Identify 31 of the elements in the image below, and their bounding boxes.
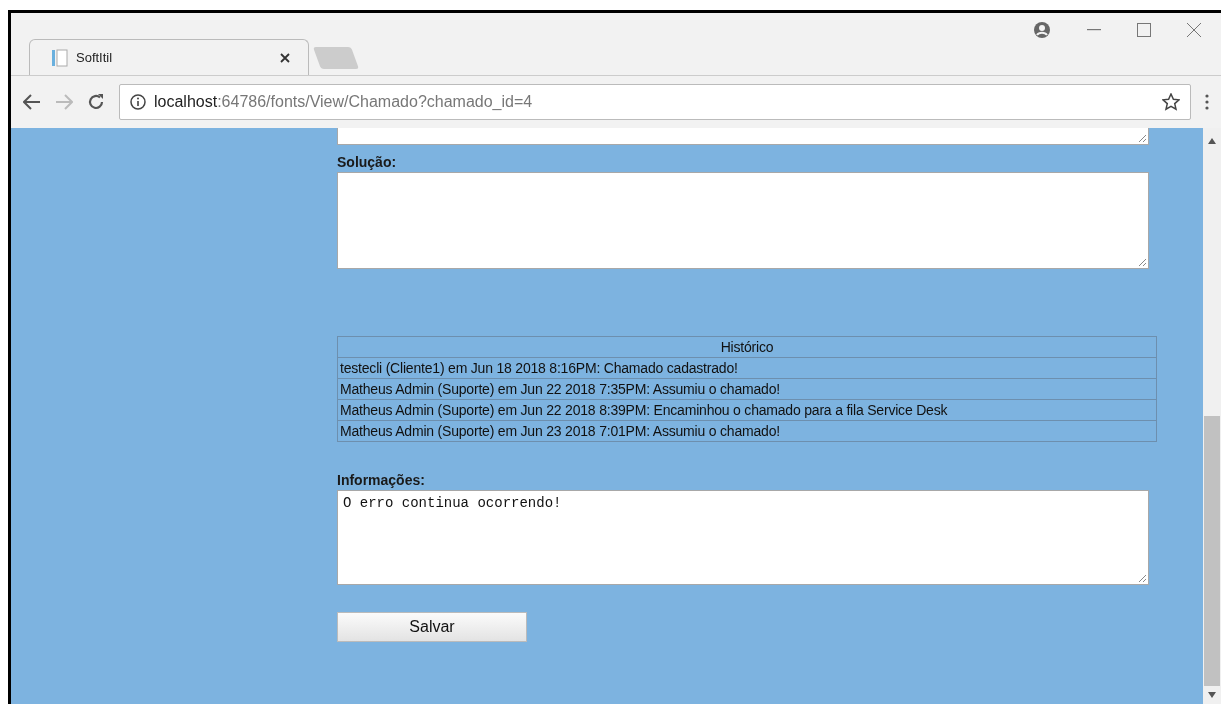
page-icon — [52, 48, 68, 67]
information-field[interactable]: O erro continua ocorrendo! — [337, 490, 1149, 585]
profile-icon[interactable] — [1033, 21, 1051, 39]
table-header: Histórico — [337, 336, 1157, 358]
table-cell: Matheus Admin (Suporte) em Jun 22 2018 8:39PM: Encaminhou o chamado para a fila Service Desk — [337, 399, 1157, 421]
resize-grip-icon[interactable] — [1138, 134, 1146, 142]
maximize-icon[interactable] — [1137, 23, 1151, 37]
table-cell: testecli (Cliente1) em Jun 18 2018 8:16PM: Chamado cadastrado! — [337, 357, 1157, 379]
text-area[interactable] — [337, 128, 1149, 145]
resize-grip-icon[interactable] — [1138, 258, 1146, 266]
reload-icon[interactable] — [87, 93, 105, 111]
scrollbar-thumb[interactable] — [1204, 416, 1220, 686]
star-icon[interactable] — [1162, 93, 1180, 111]
address-bar[interactable]: localhost:64786/fonts/View/Chamado?chamado_id=4 — [119, 84, 1191, 120]
scroll-down-icon[interactable] — [1208, 692, 1216, 698]
scroll-up-icon[interactable] — [1208, 138, 1216, 144]
close-icon[interactable] — [1187, 23, 1201, 37]
menu-icon[interactable] — [1205, 94, 1209, 110]
field-label: Solução: — [337, 154, 398, 170]
solution-field[interactable] — [337, 172, 1149, 269]
field-label: Informações: — [337, 472, 426, 488]
resize-grip-icon[interactable] — [1138, 574, 1146, 582]
table-cell: Matheus Admin (Suporte) em Jun 22 2018 7:35PM: Assumiu o chamado! — [337, 378, 1157, 400]
table-cell: Matheus Admin (Suporte) em Jun 23 2018 7:01PM: Assumiu o chamado! — [337, 420, 1157, 442]
tab-title: SoftItil — [76, 50, 114, 65]
info-icon[interactable] — [130, 94, 146, 110]
save-button[interactable]: Salvar — [337, 612, 527, 642]
close-tab-icon[interactable] — [280, 52, 290, 63]
browser-tab[interactable]: SoftItil — [29, 39, 309, 75]
back-icon[interactable] — [23, 94, 41, 110]
minimize-icon[interactable] — [1087, 29, 1101, 31]
